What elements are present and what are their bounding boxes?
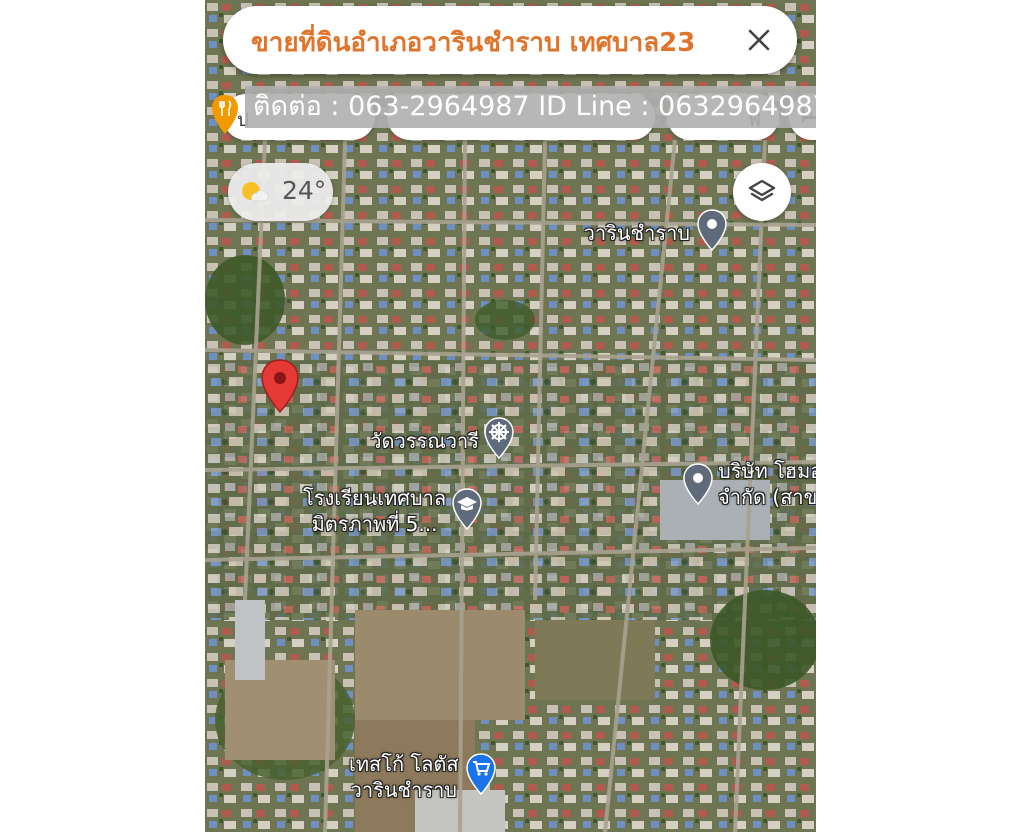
close-button[interactable] (739, 20, 779, 60)
place-label-line: โรงเรียนเทศบาล (303, 486, 447, 510)
temperature: 24° (282, 176, 327, 205)
place-pin-icon[interactable] (696, 208, 728, 256)
selected-location-pin-icon[interactable] (260, 358, 300, 418)
place-label[interactable]: บริษัท โฮมอ จำกัด (สาข (718, 458, 816, 510)
school-pin-icon[interactable] (451, 487, 483, 535)
place-label-line: มิตรภาพที่ 5... (311, 512, 438, 536)
search-bar[interactable]: ขายที่ดินอำเภอวารินชำราบ เทศบาล23 (223, 6, 797, 74)
layers-button[interactable] (733, 163, 791, 221)
place-label[interactable]: วารินชำราบ (584, 220, 690, 246)
contact-overlay: ติดต่อ : 063-2964987 ID Line : 063296498… (245, 86, 816, 128)
search-title[interactable]: ขายที่ดินอำเภอวารินชำราบ เทศบาล23 (251, 22, 695, 63)
map-screen: วารินชำราบ วัดวรรณวารี บริษัท โฮมอ จำกัด… (205, 0, 816, 832)
place-label-line: จำกัด (สาข (718, 485, 816, 509)
place-label-line: เทสโก้ โลตัส (349, 752, 459, 776)
shopping-pin-icon[interactable] (465, 752, 497, 800)
restaurant-icon (211, 94, 239, 140)
weather-chip[interactable]: 24° (228, 163, 333, 221)
temple-pin-icon[interactable] (483, 416, 515, 464)
place-label[interactable]: วัดวรรณวารี (370, 428, 479, 454)
layers-icon (748, 179, 776, 202)
place-label[interactable]: เทสโก้ โลตัส วารินชำราบ (349, 751, 459, 803)
place-label-line: บริษัท โฮมอ (718, 459, 816, 483)
close-icon (748, 29, 770, 51)
partly-cloudy-icon (240, 179, 270, 209)
place-label-line: วารินชำราบ (350, 778, 457, 802)
place-label[interactable]: โรงเรียนเทศบาล มิตรภาพที่ 5... (303, 485, 446, 537)
place-pin-icon[interactable] (682, 462, 714, 510)
